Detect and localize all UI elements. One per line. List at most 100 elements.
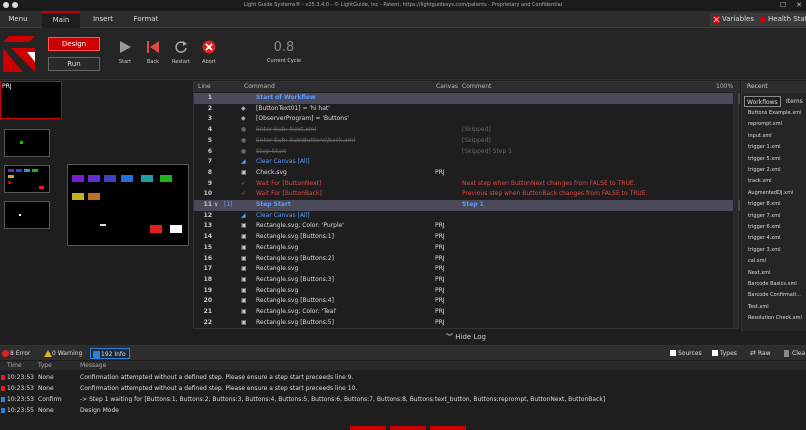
workflow-file-item[interactable]: Next.xml <box>748 270 770 276</box>
workflow-file-item[interactable]: trigger 5.xml <box>748 156 780 162</box>
canvas-thumbnail[interactable] <box>4 165 50 193</box>
canvas-cell: PRJ <box>435 318 445 326</box>
workflow-row[interactable]: 5 ● Enter Sub: Sub\Buttons\back.xml [Skippe… <box>194 136 740 147</box>
workflow-file-item[interactable]: Buttons Example.xml <box>748 110 801 116</box>
workflow-file-item[interactable]: trigger 8.xml <box>748 201 780 207</box>
workflow-row[interactable]: 14 ▣ Rectangle.svg [Buttons:1] PRJ <box>194 232 740 243</box>
maximize-icon[interactable]: ☐ <box>780 0 786 11</box>
tab-format[interactable]: Format <box>126 11 166 28</box>
log-row[interactable]: 10:23:53 Confirm -> Step 1 waiting for [Bu… <box>0 394 806 405</box>
workflow-row[interactable]: 10 ✓ Wait For [ButtonBack] Previous step wh… <box>194 189 740 200</box>
column-comment[interactable]: Comment <box>462 83 491 90</box>
tab-workflows[interactable]: Workflows <box>744 96 781 107</box>
status-bar <box>0 418 806 430</box>
types-checkbox[interactable]: Types <box>710 348 740 359</box>
workflow-row[interactable]: 3 ◆ [ObserverProgram] = 'Buttons' <box>194 114 740 125</box>
log-column-type[interactable]: Type <box>38 361 52 370</box>
workflow-row[interactable]: 18 ▣ Rectangle.svg [Buttons:3] PRJ <box>194 275 740 286</box>
checkbox-icon <box>670 350 676 356</box>
canvas-thumbnail[interactable] <box>4 129 50 157</box>
workflow-row[interactable]: 21 ▣ Rectangle.svg; Color: 'Teal' PRJ <box>194 307 740 318</box>
workflow-row[interactable]: 1 Start of Workflow <box>194 93 740 104</box>
warning-filter-button[interactable]: 0 Warning <box>42 348 85 359</box>
skipped-icon: ● <box>241 147 247 155</box>
log-row[interactable]: 10:23:53 None Confirmation attempted witho… <box>0 383 806 394</box>
workflow-row[interactable]: 17 ▣ Rectangle.svg PRJ <box>194 264 740 275</box>
settings-icon[interactable] <box>12 2 18 8</box>
image-icon: ▣ <box>241 275 247 283</box>
column-line[interactable]: Line <box>198 83 211 90</box>
log-column-time[interactable]: Time <box>7 361 22 370</box>
workflow-row[interactable]: 15 ▣ Rectangle.svg PRJ <box>194 243 740 254</box>
workflow-file-item[interactable]: reprompt.xml <box>748 121 782 127</box>
hide-log-button[interactable]: ︾ Hide Log <box>193 331 739 344</box>
image-icon: ▣ <box>241 308 247 315</box>
workflow-file-item[interactable]: trigger 1.xml <box>748 144 780 150</box>
run-button[interactable]: Run <box>48 57 100 71</box>
line-number: 19 <box>203 286 212 294</box>
workflow-row[interactable]: 19 ▣ Rectangle.svg PRJ <box>194 286 740 297</box>
workflow-row[interactable]: 12 ◢ Clear Canvas [All] <box>194 211 740 222</box>
info-filter-button[interactable]: 192 Info <box>90 348 130 359</box>
workflow-file-item[interactable]: cal.xml <box>748 258 766 264</box>
workflow-file-item[interactable]: trigger 2.xml <box>748 167 780 173</box>
workflow-file-item[interactable]: Barcode Confirmati... <box>748 292 801 298</box>
workflow-row[interactable]: 13 ▣ Rectangle.svg; Color: 'Purple' PRJ <box>194 221 740 232</box>
column-command[interactable]: Command <box>244 83 275 90</box>
canvas-cell: PRJ <box>435 254 445 262</box>
sources-checkbox[interactable]: Sources <box>668 348 705 359</box>
start-control[interactable]: Start <box>113 40 137 65</box>
health-status-button[interactable]: Health Status <box>756 13 806 26</box>
log-row[interactable]: 10:23:53 None Confirmation attempted witho… <box>0 372 806 383</box>
clear-log-button[interactable]: Clea <box>782 348 806 359</box>
tab-items[interactable]: Items <box>784 96 805 107</box>
workflow-row[interactable]: 2 ◆ [ButtonText01] = 'hi hat' <box>194 104 740 115</box>
back-control[interactable]: Back <box>141 40 165 65</box>
workflow-row[interactable]: 20 ▣ Rectangle.svg [Buttons:4] PRJ <box>194 296 740 307</box>
workflow-file-item[interactable]: trigger 3.xml <box>748 247 780 253</box>
tab-menu[interactable]: Menu <box>0 11 36 28</box>
zoom-level[interactable]: 100% <box>716 83 733 90</box>
log-row[interactable]: 10:23:55 None Design Mode <box>0 405 806 416</box>
canvas-thumbnail[interactable] <box>4 201 50 229</box>
workflow-file-item[interactable]: AugmentedDJ.xml <box>748 190 793 196</box>
workflow-file-item[interactable]: Resolution Check.xml <box>748 315 802 321</box>
workflow-file-item[interactable]: input.xml <box>748 133 772 139</box>
workflow-file-item[interactable]: trigger 7.xml <box>748 213 780 219</box>
command-text: Rectangle.svg <box>256 243 299 251</box>
workflow-row[interactable]: 6 ● Step Start [Skipped] Step 1 <box>194 147 740 158</box>
workflow-row[interactable]: 4 ● Enter Sub: Next.xml [Skipped] <box>194 125 740 136</box>
workflow-row[interactable]: 9 ✓ Wait For [ButtonNext] Next step when Bu… <box>194 179 740 190</box>
workflow-row[interactable]: 22 ▣ Rectangle.svg [Buttons:5] PRJ <box>194 318 740 329</box>
workflow-file-item[interactable]: Test.xml <box>748 304 769 310</box>
restart-label: Restart <box>172 59 190 65</box>
workflow-file-item[interactable]: trigger 6.xml <box>748 224 780 230</box>
raw-button[interactable]: ⇄ Raw <box>748 348 774 359</box>
command-text: [ObserverProgram] = 'Buttons' <box>256 115 349 123</box>
log-column-message[interactable]: Message <box>80 361 106 370</box>
editor-scrollbar[interactable] <box>733 92 738 328</box>
recent-header[interactable]: Recent <box>742 81 806 93</box>
workflow-file-item[interactable]: trigger 4.xml <box>748 235 780 241</box>
error-filter-button[interactable]: 8 Error <box>0 348 33 359</box>
variables-button[interactable]: Variables <box>710 13 757 26</box>
line-number: 16 <box>203 254 212 262</box>
status-indicator <box>430 426 466 430</box>
workflow-row[interactable]: 11 ∨ [1] Step Start Step 1 <box>194 200 740 211</box>
workflow-file-item[interactable]: Barcode Basics.xml <box>748 281 797 287</box>
tab-insert[interactable]: Insert <box>84 11 122 28</box>
workflow-file-item[interactable]: track.xml <box>748 178 772 184</box>
workflow-row[interactable]: 7 ◢ Clear Canvas [All] <box>194 157 740 168</box>
tab-main[interactable]: Main <box>42 11 80 28</box>
design-button[interactable]: Design <box>48 37 100 51</box>
workflow-row[interactable]: 16 ▣ Rectangle.svg [Buttons:2] PRJ <box>194 254 740 265</box>
close-window-icon[interactable]: ✕ <box>796 0 802 11</box>
line-number: 1 <box>207 94 212 101</box>
fold-toggle-icon[interactable]: ∨ <box>214 200 218 211</box>
canvas-thumbnail-prj[interactable]: PRJ <box>0 81 62 119</box>
abort-control[interactable]: Abort <box>197 40 221 65</box>
restart-control[interactable]: Restart <box>169 40 193 65</box>
column-canvas[interactable]: Canvas <box>436 83 458 90</box>
line-number: 13 <box>203 222 212 230</box>
workflow-row[interactable]: 8 ▣ Check.svg PRJ <box>194 168 740 179</box>
